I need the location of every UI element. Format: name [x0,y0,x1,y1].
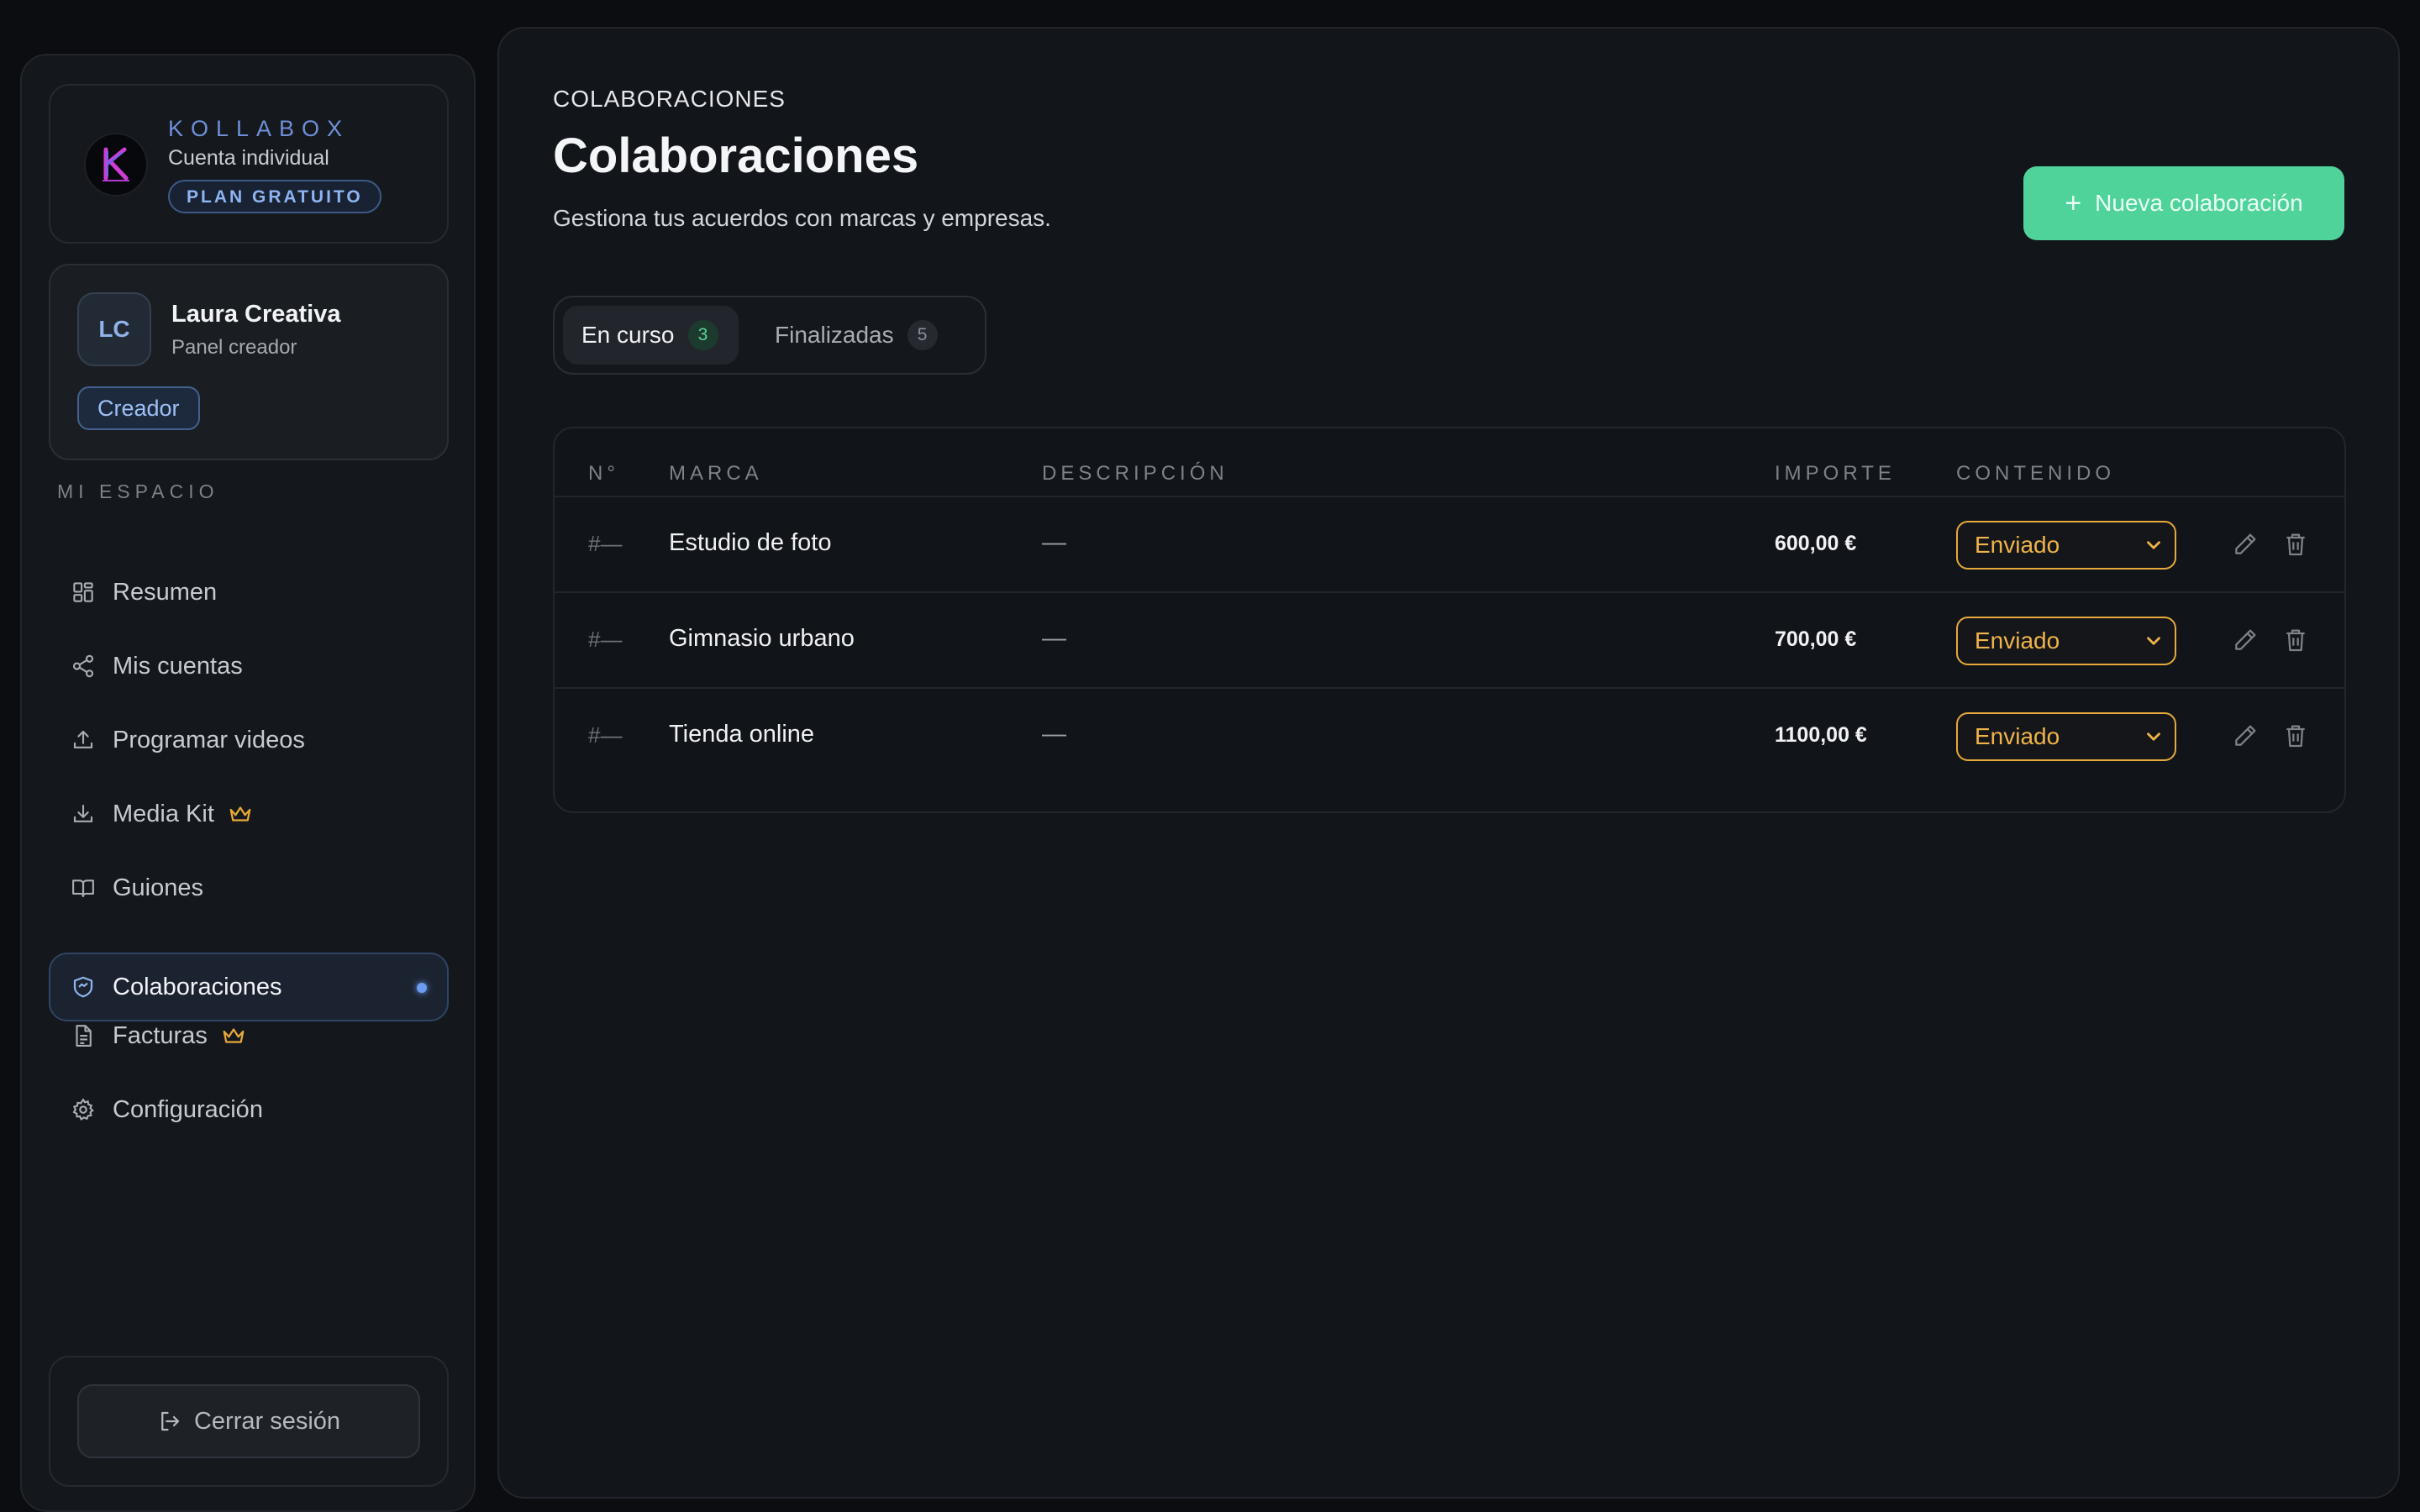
edit-icon[interactable] [2232,531,2259,558]
chevron-down-icon [2147,732,2160,741]
row-amount: 600,00 € [1775,532,1857,555]
sidebar-item-label: Media Kit [113,800,214,827]
row-description: — [1042,625,1066,652]
new-collaboration-label: Nueva colaboración [2095,190,2303,216]
document-icon [71,1023,96,1048]
status-value: Enviado [1975,723,2060,749]
tab-count-badge: 5 [907,320,938,350]
sidebar-item-label: Mis cuentas [113,652,243,680]
sidebar-item-media-kit[interactable]: Media Kit [49,780,449,848]
logout-label: Cerrar sesión [193,1407,341,1435]
column-header-num: N° [588,462,619,485]
sidebar-item-facturas[interactable]: Facturas [49,1001,449,1070]
sidebar-item-label: Guiones [113,874,204,901]
column-header-amount: IMPORTE [1775,462,1896,485]
share-icon [71,654,96,679]
sidebar-item-guiones[interactable]: Guiones [49,853,449,922]
table-row[interactable]: #— Gimnasio urbano — 700,00 € Enviado [555,591,2344,689]
download-icon [71,801,96,827]
sidebar-item-label: Colaboraciones [113,973,282,1000]
status-value: Enviado [1975,532,2060,558]
user-card: LC Laura Creativa Panel creador Creador [49,264,449,460]
account-type: Cuenta individual [168,146,329,170]
logout-icon [161,1411,180,1431]
edit-icon[interactable] [2232,627,2259,654]
new-collaboration-button[interactable]: + Nueva colaboración [2023,166,2344,240]
row-number: #— [588,627,623,652]
role-badge: Creador [77,386,200,430]
handshake-icon [71,974,96,1000]
sidebar-item-label: Configuración [113,1095,263,1123]
row-amount: 1100,00 € [1775,723,1867,747]
page-title: Colaboraciones [553,129,919,183]
sidebar: KOLLABOX Cuenta individual PLAN GRATUITO… [20,54,476,1512]
content-status-select[interactable]: Enviado [1956,617,2176,665]
row-brand: Gimnasio urbano [669,625,855,652]
plus-icon: + [2065,187,2082,219]
tab-finalizadas[interactable]: Finalizadas 5 [756,306,958,365]
section-label: MI ESPACIO [57,480,219,502]
sidebar-item-configuracion[interactable]: Configuración [49,1075,449,1144]
chevron-down-icon [2147,541,2160,549]
sidebar-item-label: Facturas [113,1021,208,1049]
sidebar-item-programar-videos[interactable]: Programar videos [49,706,449,774]
sidebar-item-resumen[interactable]: Resumen [49,558,449,627]
row-amount: 700,00 € [1775,627,1857,651]
column-header-brand: MARCA [669,462,763,485]
row-description: — [1042,529,1066,556]
brand-name: KOLLABOX [168,116,350,141]
row-description: — [1042,721,1066,748]
crown-icon [221,1025,246,1047]
trash-icon[interactable] [2282,627,2309,654]
edit-icon[interactable] [2232,722,2259,749]
upload-icon [71,727,96,753]
active-indicator-dot [417,983,427,993]
row-brand: Estudio de foto [669,529,832,556]
logout-button[interactable]: Cerrar sesión [77,1384,420,1458]
book-icon [71,875,96,900]
user-name: Laura Creativa [171,301,341,328]
kollabox-logo [84,133,148,197]
content-status-select[interactable]: Enviado [1956,521,2176,570]
status-value: Enviado [1975,627,2060,654]
tab-en-curso[interactable]: En curso 3 [563,306,739,365]
collaborations-table: N° MARCA DESCRIPCIÓN IMPORTE CONTENIDO #… [553,427,2346,813]
breadcrumb: COLABORACIONES [553,86,786,112]
main-panel: COLABORACIONES Colaboraciones Gestiona t… [497,27,2400,1499]
user-panel-label: Panel creador [171,336,297,359]
table-row[interactable]: #— Estudio de foto — 600,00 € Enviado [555,496,2344,593]
column-header-description: DESCRIPCIÓN [1042,462,1228,485]
page-description: Gestiona tus acuerdos con marcas y empre… [553,205,1051,231]
row-brand: Tienda online [669,721,815,748]
column-header-content: CONTENIDO [1956,462,2115,485]
table-row[interactable]: #— Tienda online — 1100,00 € Enviado [555,687,2344,785]
row-number: #— [588,722,623,748]
trash-icon[interactable] [2282,722,2309,749]
trash-icon[interactable] [2282,531,2309,558]
tab-label: Finalizadas [775,322,894,348]
chevron-down-icon [2147,637,2160,645]
crown-icon [228,803,253,825]
sidebar-item-label: Programar videos [113,726,305,753]
status-tabs: En curso 3 Finalizadas 5 [553,296,986,375]
plan-badge: PLAN GRATUITO [168,180,381,213]
tab-label: En curso [581,322,675,348]
sidebar-item-label: Resumen [113,578,218,606]
brand-card: KOLLABOX Cuenta individual PLAN GRATUITO [49,84,449,244]
gear-icon [71,1097,96,1122]
tab-count-badge: 3 [687,320,718,350]
row-number: #— [588,531,623,556]
logout-card: Cerrar sesión [49,1356,449,1487]
sidebar-item-mis-cuentas[interactable]: Mis cuentas [49,632,449,701]
content-status-select[interactable]: Enviado [1956,712,2176,761]
avatar: LC [77,292,151,366]
grid-icon [71,580,96,605]
